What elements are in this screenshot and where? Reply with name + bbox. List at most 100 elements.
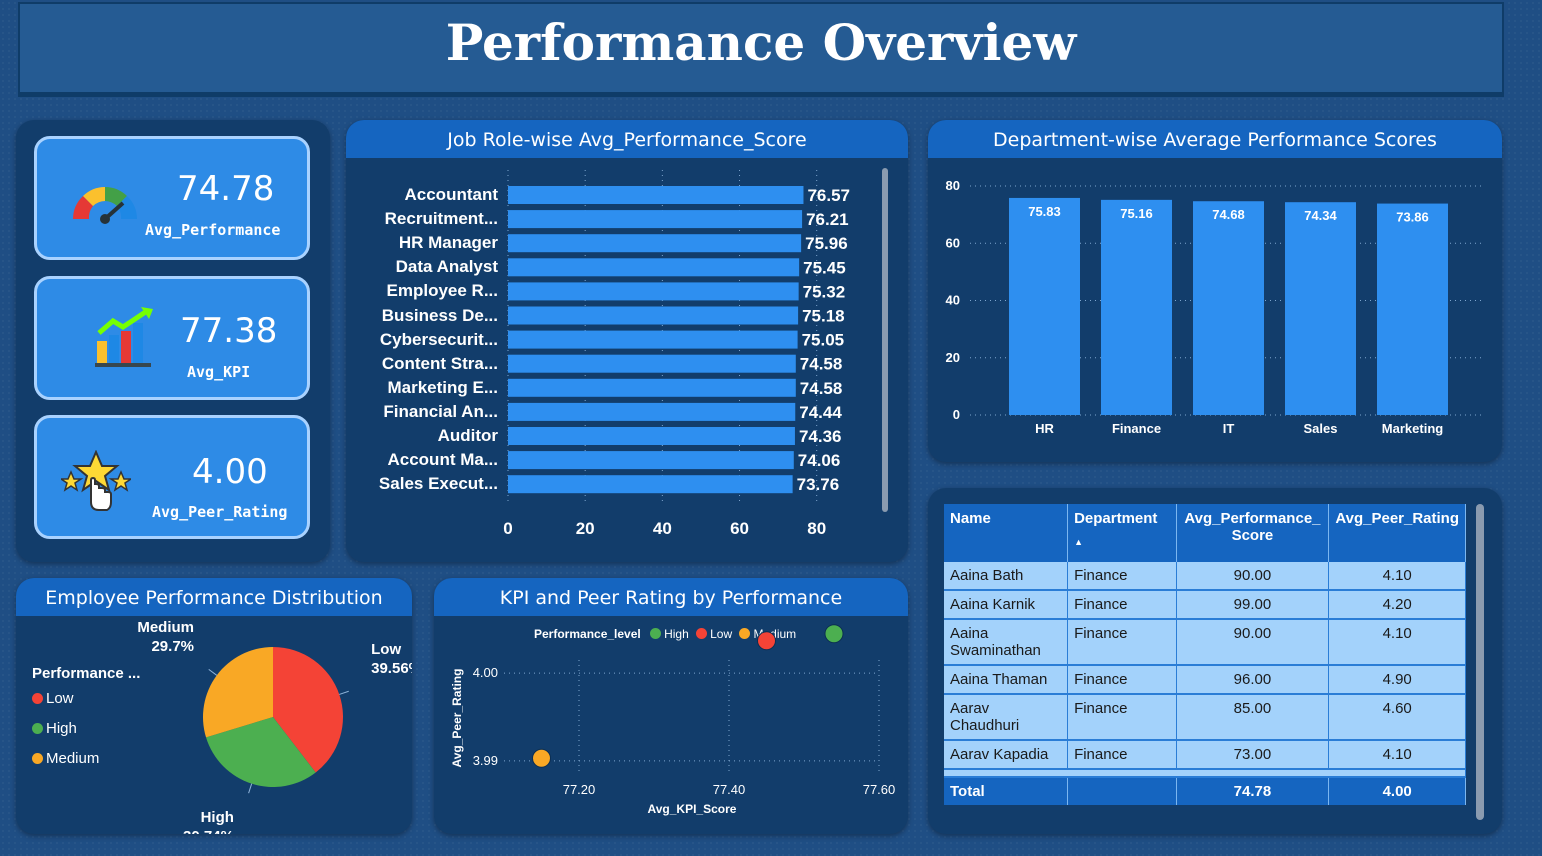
bar[interactable] xyxy=(508,427,795,445)
bar[interactable] xyxy=(508,186,804,204)
bar-value-label: 75.05 xyxy=(802,331,845,350)
bar[interactable] xyxy=(1193,201,1264,415)
bar-value-label: 74.58 xyxy=(800,379,843,398)
cell-avg-performance-score: 90.00 xyxy=(1176,562,1330,591)
table-spacer-row xyxy=(944,769,1466,778)
slice-leader-line xyxy=(248,783,253,794)
bar[interactable] xyxy=(1377,203,1448,415)
x-tick-label: Sales xyxy=(1304,421,1338,436)
x-tick-label: Finance xyxy=(1112,421,1161,436)
cell-department: Finance xyxy=(1067,740,1177,770)
column-header-name[interactable]: Name xyxy=(944,504,1069,562)
scatter-point-low[interactable] xyxy=(757,631,776,651)
x-tick-label: 60 xyxy=(730,519,749,538)
x-tick-label: 20 xyxy=(576,519,595,538)
kpi-value: 77.38 xyxy=(180,311,278,351)
cell-avg-peer-rating: 4.90 xyxy=(1328,665,1466,695)
cell-name: Aarav Kapadia xyxy=(944,740,1069,770)
bar[interactable] xyxy=(508,330,798,349)
bar-value-label: 75.96 xyxy=(805,234,848,253)
bar-value-label: 74.34 xyxy=(1304,208,1337,223)
slice-name-label: High xyxy=(201,809,234,826)
kpi-label: Avg_Peer_Rating xyxy=(152,503,288,521)
department-bar-chart: 80 60 40 20 0 75.83 HR 75.16 Finance 74.68 IT 74.34… xyxy=(946,178,1484,436)
kpi-value: 4.00 xyxy=(192,452,268,492)
cell-name: Aarav Chaudhuri xyxy=(944,694,1069,741)
table-scrollbar[interactable] xyxy=(1476,504,1484,820)
cell-name: Aaina Thaman xyxy=(944,665,1069,695)
y-tick-label: 3.99 xyxy=(473,753,498,768)
table-row[interactable]: Aarav Chaudhuri Finance 85.00 4.60 xyxy=(944,694,1466,741)
bar[interactable] xyxy=(508,402,796,421)
x-axis-label: Avg_KPI_Score xyxy=(648,802,737,816)
column-header-department[interactable]: Department ▲ xyxy=(1067,504,1177,562)
x-tick-label: 80 xyxy=(807,519,826,538)
employee-table-panel: Name Department ▲ Avg_Performance_ Score … xyxy=(928,488,1502,834)
title-banner: Performance Overview xyxy=(18,2,1504,94)
kpi-label: Avg_Performance xyxy=(145,221,281,239)
table-total-row: Total 74.78 4.00 xyxy=(944,777,1466,805)
x-tick-label: 77.20 xyxy=(563,782,596,797)
bar[interactable] xyxy=(508,282,799,301)
cell-department: Finance xyxy=(1067,619,1177,666)
bar[interactable] xyxy=(508,210,803,229)
table-row[interactable]: Aaina Thaman Finance 96.00 4.90 xyxy=(944,665,1466,695)
cell-department: Finance xyxy=(1067,590,1177,620)
scatter-point-medium[interactable] xyxy=(532,748,551,768)
y-tick-label: 80 xyxy=(946,178,960,193)
bar[interactable] xyxy=(508,258,800,277)
employee-table: Name Department ▲ Avg_Performance_ Score … xyxy=(944,504,1466,805)
y-tick-label: 60 xyxy=(946,235,960,250)
bar[interactable] xyxy=(1101,199,1172,415)
performance-distribution-panel: Employee Performance Distribution Perfor… xyxy=(16,578,412,834)
table-row[interactable]: Aaina Bath Finance 90.00 4.10 xyxy=(944,562,1466,591)
cell-avg-peer-rating: 4.10 xyxy=(1328,740,1466,770)
bar-value-label: 74.06 xyxy=(798,451,841,470)
scatter-point-high[interactable] xyxy=(824,624,844,644)
table-row[interactable]: Aarav Kapadia Finance 73.00 4.10 xyxy=(944,740,1466,770)
bar-value-label: 75.45 xyxy=(803,258,846,277)
x-tick-label: Marketing xyxy=(1382,421,1443,436)
bar-value-label: 73.76 xyxy=(797,475,840,494)
kpi-label: Avg_KPI xyxy=(187,363,251,381)
chart-scrollbar[interactable] xyxy=(882,168,888,512)
table-row[interactable]: Aaina Swaminathan Finance 90.00 4.10 xyxy=(944,619,1466,666)
bar-value-label: 75.83 xyxy=(1028,204,1061,219)
bar[interactable] xyxy=(508,378,796,397)
kpi-card-avg-peer-rating[interactable]: 4.00 Avg_Peer_Rating xyxy=(34,415,310,539)
bar[interactable] xyxy=(1285,202,1356,415)
cell-department: Finance xyxy=(1067,562,1177,591)
kpi-card-avg-kpi[interactable]: 77.38 Avg_KPI xyxy=(34,276,310,400)
y-tick-label: 20 xyxy=(946,350,960,365)
bar[interactable] xyxy=(508,451,794,470)
cell-name: Aaina Karnik xyxy=(944,590,1069,620)
table-row[interactable]: Aaina Karnik Finance 99.00 4.20 xyxy=(944,590,1466,620)
cell-avg-performance-score: 85.00 xyxy=(1176,694,1330,741)
bar[interactable] xyxy=(508,475,793,494)
bar[interactable] xyxy=(508,354,796,373)
table-header-row: Name Department ▲ Avg_Performance_ Score … xyxy=(944,504,1466,562)
cell-avg-performance-score: 90.00 xyxy=(1176,619,1330,666)
x-tick-label: 77.60 xyxy=(863,782,896,797)
cell-name: Aaina Swaminathan xyxy=(944,619,1069,666)
kpi-value: 74.78 xyxy=(177,169,275,209)
total-cell-avg-peer-rating: 4.00 xyxy=(1328,777,1466,805)
table-scroll-area: Name Department ▲ Avg_Performance_ Score … xyxy=(944,504,1466,820)
column-header-avg-peer-rating[interactable]: Avg_Peer_Rating xyxy=(1328,504,1466,562)
column-header-avg-performance-score[interactable]: Avg_Performance_ Score xyxy=(1176,504,1330,562)
performance-pie-chart: Low 39.56% High 30.74% Medium 29.7% xyxy=(137,619,412,834)
bar[interactable] xyxy=(508,306,799,325)
kpi-card-avg-performance[interactable]: 74.78 Avg_Performance xyxy=(34,136,310,260)
column-header-label: Department xyxy=(1074,510,1158,527)
total-cell-avg-performance-score: 74.78 xyxy=(1176,777,1330,805)
slice-name-label: Medium xyxy=(137,619,194,636)
speedometer-gauge-icon xyxy=(73,187,137,224)
bar[interactable] xyxy=(1009,197,1080,415)
slice-percent-label: 39.56% xyxy=(371,660,412,677)
y-tick-label: 4.00 xyxy=(473,665,498,680)
bar-value-label: 75.16 xyxy=(1120,206,1153,221)
bar-value-label: 74.44 xyxy=(799,403,842,422)
total-cell-department xyxy=(1067,777,1177,805)
bar-value-label: 75.18 xyxy=(802,307,845,326)
bar[interactable] xyxy=(508,234,802,253)
